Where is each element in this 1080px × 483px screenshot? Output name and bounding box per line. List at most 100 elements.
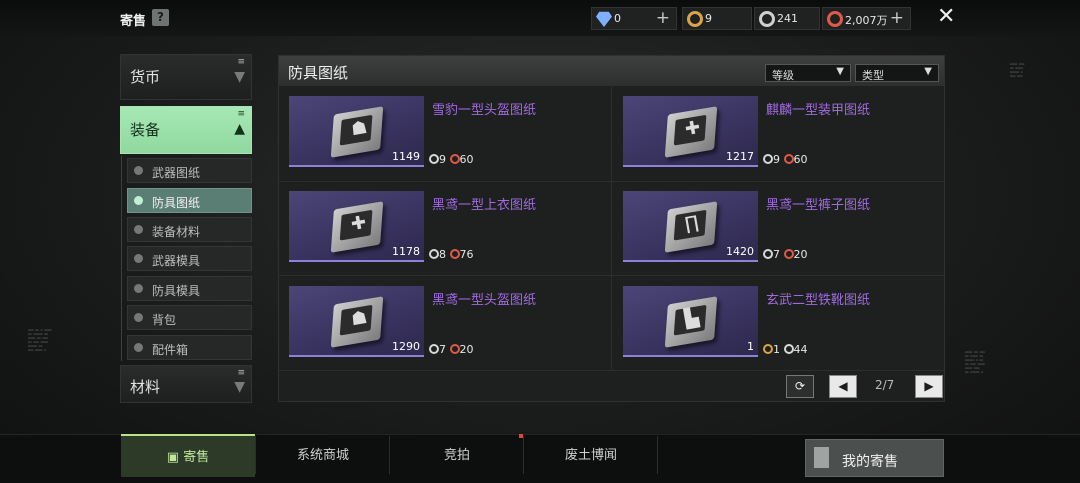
- tab-label: ▣ 寄售: [121, 436, 255, 479]
- diamond-icon: [596, 11, 612, 27]
- stat-value: 7: [773, 248, 780, 261]
- tab-auction[interactable]: 竞拍: [390, 434, 524, 477]
- page-indicator: 2/7: [875, 378, 895, 392]
- menu-icon: ≡: [237, 368, 245, 378]
- tab-divider: [657, 436, 658, 474]
- tab-label-text: 寄售: [183, 450, 210, 465]
- stat-value: 44: [793, 343, 808, 356]
- type-filter-dropdown[interactable]: 类型 ▼: [855, 64, 939, 82]
- currency-red: 2,007万 +: [822, 7, 911, 30]
- silver-gear-icon: [759, 11, 775, 27]
- listing-item[interactable]: ✚ 1217 麒麟一型装甲图纸 9 60: [613, 89, 943, 182]
- item-quantity: 1178: [392, 245, 420, 258]
- tab-label: 系统商城: [296, 448, 349, 463]
- item-thumbnail: ☗ 1290: [289, 286, 424, 357]
- item-thumbnail: ☗ 1149: [289, 96, 424, 167]
- help-button[interactable]: ?: [152, 9, 169, 26]
- silver-gear-icon: [429, 249, 439, 259]
- item-stats: 9 60: [429, 153, 474, 166]
- listing-item[interactable]: ✚ 1178 黑鸢一型上衣图纸 8 76: [279, 184, 609, 277]
- arrow-right-icon: ▶: [924, 379, 934, 393]
- bullet-icon: [134, 343, 143, 352]
- tab-label: 竞拍: [443, 448, 470, 463]
- listing-item[interactable]: ▙ 1 玄武二型铁靴图纸 1 44: [613, 279, 943, 372]
- sidebar-category-label: 货币: [130, 68, 161, 86]
- item-stats: 9 60: [763, 153, 808, 166]
- item-thumbnail: ∏ 1420: [623, 191, 758, 262]
- gold-gear-icon: [687, 11, 703, 27]
- item-stats: 7 20: [429, 343, 474, 356]
- stat-value: 1: [773, 343, 780, 356]
- currency-silver: 241: [754, 7, 820, 30]
- helmet-icon: ☗: [349, 306, 369, 331]
- next-page-button[interactable]: ▶: [915, 375, 943, 398]
- sidebar-item-equipment-materials[interactable]: 装备材料: [127, 217, 252, 242]
- sidebar-item-backpack[interactable]: 背包: [127, 305, 252, 330]
- tab-label: 废土博闻: [564, 448, 617, 463]
- sidebar-category-currency[interactable]: 货币 ≡ ▼: [120, 54, 252, 100]
- menu-icon: ≡: [237, 57, 245, 67]
- add-currency-button[interactable]: +: [890, 8, 904, 28]
- decorative-text-left: ▬▬▬ ▬▬ ▬ ▬▬▬▬ ▬▬ ▬▬▬▬▬ ▬▬ ▬▬▬▬ ▬▬ ▬▬▬ ▬▬ ▬▬…: [28, 328, 52, 352]
- stat-value: 60: [459, 153, 474, 166]
- previous-page-button[interactable]: ◀: [829, 375, 857, 398]
- item-thumbnail: ▙ 1: [623, 286, 758, 357]
- document-icon: [814, 447, 829, 468]
- item-quantity: 1290: [392, 340, 420, 353]
- panel-header: 防具图纸 等级 ▼ 类型 ▼: [279, 56, 944, 86]
- sidebar-category-label: 装备: [130, 121, 161, 139]
- item-name: 麒麟一型装甲图纸: [766, 103, 871, 118]
- menu-icon: ≡: [237, 109, 245, 119]
- sidebar-item-label: 背包: [152, 313, 177, 327]
- item-name: 雪豹一型头盔图纸: [432, 103, 537, 118]
- refresh-button[interactable]: ⟳: [786, 375, 814, 398]
- listing-item[interactable]: ☗ 1290 黑鸢一型头盔图纸 7 20: [279, 279, 609, 372]
- stat-value: 7: [439, 343, 446, 356]
- silver-gear-icon: [763, 249, 773, 259]
- close-icon[interactable]: ✕: [937, 4, 955, 29]
- currency-gold: 9: [682, 7, 752, 30]
- currency-diamond: 0 +: [591, 7, 677, 30]
- item-name: 玄武二型铁靴图纸: [766, 293, 871, 308]
- stat-value: 76: [459, 248, 474, 261]
- item-thumbnail: ✚ 1217: [623, 96, 758, 167]
- sidebar-item-weapon-blueprints[interactable]: 武器图纸: [127, 158, 252, 183]
- bullet-icon: [134, 225, 143, 234]
- item-thumbnail: ✚ 1178: [289, 191, 424, 262]
- tab-wasteland-news[interactable]: 废土博闻: [524, 434, 658, 477]
- silver-gear-icon: [763, 154, 773, 164]
- currency-value: 241: [777, 12, 798, 25]
- stat-value: 8: [439, 248, 446, 261]
- column-divider: [611, 86, 612, 371]
- panel-title: 防具图纸: [288, 64, 349, 82]
- item-name: 黑鸢一型裤子图纸: [766, 198, 871, 213]
- tab-system-store[interactable]: 系统商城: [256, 434, 390, 477]
- sidebar-item-label: 防具图纸: [152, 196, 201, 210]
- currency-value: 9: [705, 12, 712, 25]
- my-consignment-button[interactable]: 我的寄售: [805, 439, 944, 477]
- level-filter-dropdown[interactable]: 等级 ▼: [765, 64, 851, 82]
- sidebar-category-materials[interactable]: 材料 ≡ ▼: [120, 365, 252, 403]
- listing-item[interactable]: ∏ 1420 黑鸢一型裤子图纸 7 20: [613, 184, 943, 277]
- sidebar-item-accessory-box[interactable]: 配件箱: [127, 335, 252, 360]
- page-title: 寄售: [120, 14, 147, 29]
- item-name: 黑鸢一型上衣图纸: [432, 198, 537, 213]
- sidebar-category-equipment[interactable]: 装备 ≡ ▲: [120, 106, 252, 154]
- stat-value: 20: [793, 248, 808, 261]
- sidebar-item-armor-molds[interactable]: 防具模具: [127, 276, 252, 301]
- add-currency-button[interactable]: +: [656, 8, 670, 28]
- listing-item[interactable]: ☗ 1149 雪豹一型头盔图纸 9 60: [279, 89, 609, 182]
- sidebar-item-weapon-molds[interactable]: 武器模具: [127, 246, 252, 271]
- tab-consignment[interactable]: ▣ 寄售: [121, 434, 255, 477]
- sidebar-item-label: 防具模具: [152, 284, 201, 298]
- stat-value: 9: [439, 153, 446, 166]
- silver-gear-icon: [429, 344, 439, 354]
- red-gear-icon: [827, 11, 843, 27]
- chevron-down-icon: ▼: [234, 379, 245, 395]
- sidebar-item-label: 武器图纸: [152, 166, 201, 180]
- refresh-icon: ⟳: [794, 379, 806, 393]
- my-consignment-label: 我的寄售: [842, 454, 898, 470]
- sidebar-item-armor-blueprints[interactable]: 防具图纸: [127, 188, 252, 213]
- sidebar-item-label: 武器模具: [152, 254, 201, 268]
- item-quantity: 1217: [726, 150, 754, 163]
